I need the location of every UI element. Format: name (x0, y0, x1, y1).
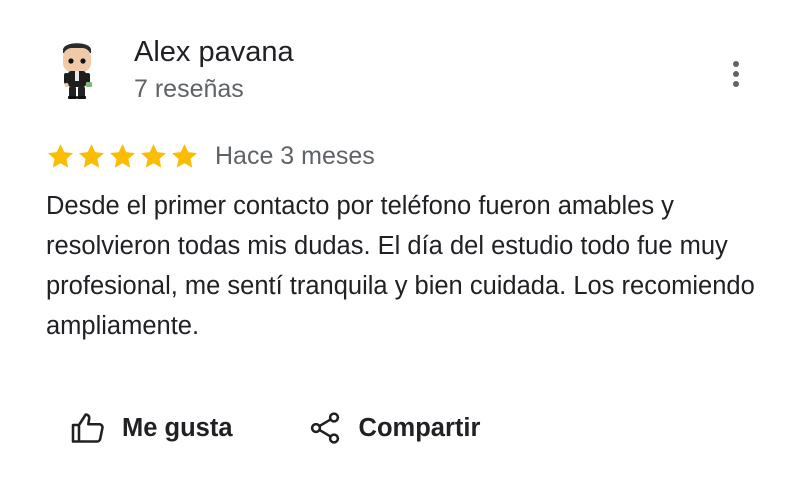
star-icon (79, 143, 104, 168)
review-header: Alex pavana 7 reseñas (0, 0, 792, 120)
like-label: Me gusta (122, 413, 233, 442)
rating-row: Hace 3 meses (46, 138, 375, 174)
star-rating (46, 142, 199, 171)
star-icon (141, 143, 166, 168)
avatar-image (63, 43, 92, 99)
avatar[interactable] (54, 38, 100, 100)
review-time: Hace 3 meses (215, 142, 375, 170)
review-card: Alex pavana 7 reseñas Hace 3 meses Desde… (0, 0, 792, 478)
review-actions: Me gusta Compartir (70, 406, 480, 450)
author-name[interactable]: Alex pavana (134, 34, 294, 70)
star-icon (172, 143, 197, 168)
thumb-up-icon (71, 413, 104, 443)
like-button[interactable]: Me gusta (70, 406, 233, 450)
share-label: Compartir (358, 413, 481, 442)
share-button[interactable]: Compartir (307, 406, 481, 450)
author-review-count: 7 reseñas (134, 75, 244, 103)
more-vert-icon (733, 61, 739, 87)
star-icon (48, 143, 73, 168)
more-options-button[interactable] (722, 56, 750, 92)
review-text: Desde el primer contacto por teléfono fu… (46, 192, 755, 340)
star-icon (110, 143, 135, 168)
share-icon (310, 412, 339, 444)
